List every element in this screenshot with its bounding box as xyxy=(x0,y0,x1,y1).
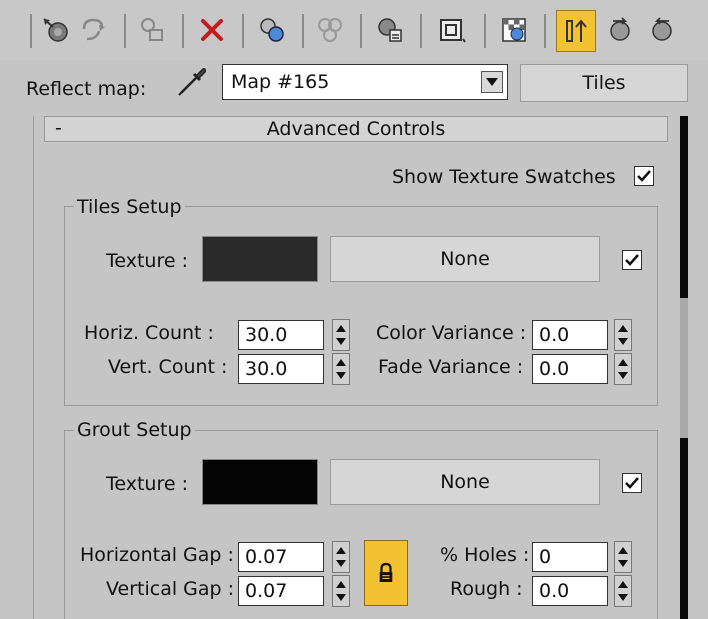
rough-label: Rough : xyxy=(450,578,523,600)
toolbar-separator xyxy=(360,14,362,48)
reflect-map-label: Reflect map: xyxy=(26,78,147,100)
toolbar-separator xyxy=(544,14,546,48)
vertical-gap-value: 0.07 xyxy=(245,580,288,602)
toolbar-separator xyxy=(242,14,244,48)
eyedropper-icon[interactable] xyxy=(176,64,210,98)
vert-count-spinner[interactable] xyxy=(332,353,350,385)
grout-color-swatch[interactable] xyxy=(202,459,318,505)
vert-count-value: 30.0 xyxy=(245,358,288,380)
go-to-parent-icon[interactable] xyxy=(604,14,636,46)
assign-to-selection-icon[interactable] xyxy=(136,14,168,46)
holes-value: 0 xyxy=(539,546,552,568)
show-in-viewport-icon[interactable] xyxy=(436,14,468,46)
horizontal-gap-spinner[interactable] xyxy=(332,541,350,573)
map-dropdown[interactable]: Map #165 xyxy=(222,64,508,100)
rollout-title: Advanced Controls xyxy=(266,118,446,140)
vert-count-label: Vert. Count : xyxy=(108,356,228,378)
toolbar-separator xyxy=(124,14,126,48)
show-background-icon[interactable] xyxy=(498,14,530,46)
color-variance-spinner[interactable] xyxy=(614,319,632,351)
material-id-channel-icon[interactable] xyxy=(374,14,406,46)
horiz-count-label: Horiz. Count : xyxy=(84,322,214,344)
show-end-result-icon[interactable] xyxy=(556,10,596,52)
tiles-texture-label: Texture : xyxy=(106,250,188,272)
grout-setup-title: Grout Setup xyxy=(74,419,195,441)
go-forward-icon[interactable] xyxy=(646,14,678,46)
show-swatches-checkbox[interactable] xyxy=(634,166,654,186)
tiles-setup-title: Tiles Setup xyxy=(74,196,185,218)
scrollbar-thumb[interactable] xyxy=(680,298,688,438)
grout-map-enabled-checkbox[interactable] xyxy=(622,473,642,493)
show-swatches-label: Show Texture Swatches xyxy=(392,166,616,188)
toolbar-separator xyxy=(302,14,304,48)
horiz-count-field[interactable]: 30.0 xyxy=(238,320,324,350)
holes-label: % Holes : xyxy=(440,544,530,566)
advanced-controls-rollout-header[interactable]: - Advanced Controls xyxy=(44,116,668,142)
vertical-gap-spinner[interactable] xyxy=(332,575,350,607)
color-variance-label: Color Variance : xyxy=(376,322,527,344)
holes-field[interactable]: 0 xyxy=(532,542,608,572)
color-variance-field[interactable]: 0.0 xyxy=(532,320,608,350)
horiz-count-spinner[interactable] xyxy=(332,319,350,351)
get-material-icon[interactable] xyxy=(40,14,72,46)
map-type-button[interactable]: Tiles xyxy=(520,64,688,102)
material-editor-toolbar xyxy=(0,0,708,60)
rough-field[interactable]: 0.0 xyxy=(532,576,608,606)
tiles-map-enabled-checkbox[interactable] xyxy=(622,250,642,270)
vert-count-field[interactable]: 30.0 xyxy=(238,354,324,384)
fade-variance-label: Fade Variance : xyxy=(378,356,524,378)
toolbar-separator xyxy=(484,14,486,48)
vertical-gap-label: Vertical Gap : xyxy=(106,578,235,600)
map-dropdown-value: Map #165 xyxy=(231,71,330,93)
put-to-scene-icon[interactable] xyxy=(78,14,110,46)
make-unique-icon[interactable] xyxy=(256,14,288,46)
vertical-gap-field[interactable]: 0.07 xyxy=(238,576,324,606)
gap-lock-button[interactable] xyxy=(364,540,408,606)
grout-texture-label: Texture : xyxy=(106,473,188,495)
delete-map-icon[interactable] xyxy=(196,14,228,46)
horizontal-gap-value: 0.07 xyxy=(245,546,288,568)
toolbar-separator xyxy=(30,14,32,48)
chevron-down-icon[interactable] xyxy=(481,71,503,93)
put-to-library-icon[interactable] xyxy=(314,14,346,46)
holes-spinner[interactable] xyxy=(614,541,632,573)
rough-spinner[interactable] xyxy=(614,575,632,607)
toolbar-separator xyxy=(420,14,422,48)
horizontal-gap-field[interactable]: 0.07 xyxy=(238,542,324,572)
color-variance-value: 0.0 xyxy=(539,324,570,346)
grout-map-button[interactable]: None xyxy=(330,459,600,505)
toolbar-separator xyxy=(182,14,184,48)
fade-variance-value: 0.0 xyxy=(539,358,570,380)
tiles-map-button[interactable]: None xyxy=(330,236,600,282)
fade-variance-spinner[interactable] xyxy=(614,353,632,385)
horiz-count-value: 30.0 xyxy=(245,324,288,346)
fade-variance-field[interactable]: 0.0 xyxy=(532,354,608,384)
horizontal-gap-label: Horizontal Gap : xyxy=(80,544,234,566)
lock-icon xyxy=(379,562,393,582)
rough-value: 0.0 xyxy=(539,580,570,602)
tiles-color-swatch[interactable] xyxy=(202,236,318,282)
